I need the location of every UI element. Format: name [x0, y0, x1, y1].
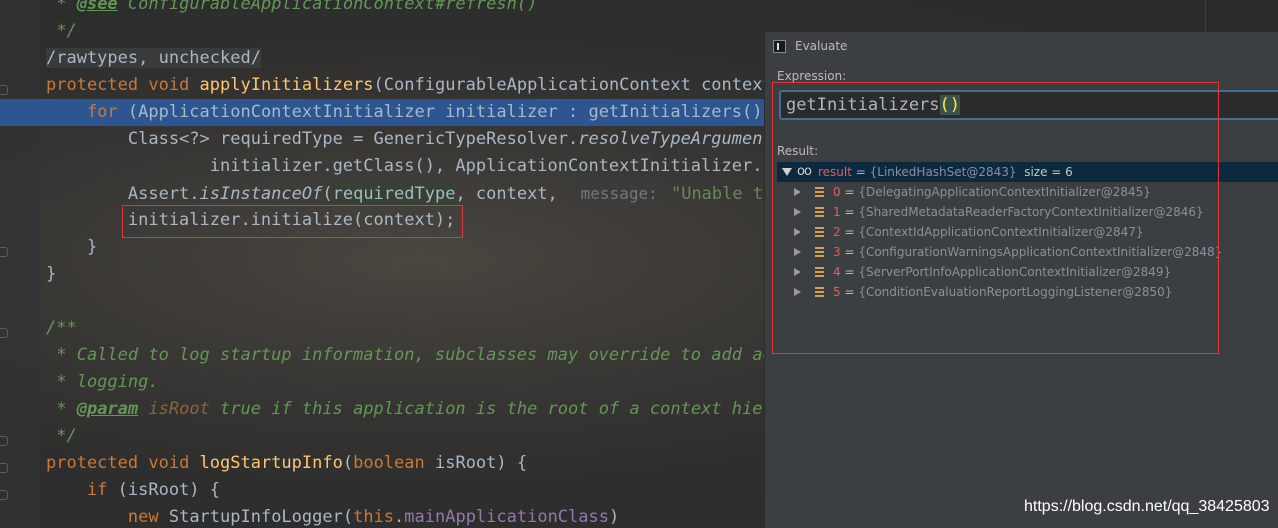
code-token: protected [46, 75, 149, 95]
code-token: for [46, 102, 128, 122]
code-token: ConfigurableApplicationContext#refresh() [117, 0, 538, 14]
code-line[interactable]: protected void logStartupInfo(boolean is… [0, 450, 770, 477]
code-line[interactable]: protected void applyInitializers(Configu… [0, 72, 803, 99]
code-token: /rawtypes, unchecked/ [46, 48, 261, 68]
code-token: initializer.getClass(), ApplicationConte… [46, 156, 763, 176]
code-line[interactable]: } [0, 234, 770, 261]
code-line-current-execution[interactable]: for (ApplicationContextInitializer initi… [0, 99, 793, 126]
code-token: (ApplicationContextInitializer initializ… [127, 102, 794, 122]
evaluate-title-bar[interactable]: Evaluate [765, 32, 1278, 60]
code-token: void [148, 75, 200, 95]
code-token: } [46, 264, 57, 284]
code-line[interactable]: */ [0, 423, 770, 450]
code-line[interactable]: Class<?> requiredType = GenericTypeResol… [0, 126, 783, 153]
code-token: @param [76, 399, 139, 419]
code-token: mainApplicationClass [404, 507, 609, 527]
code-token: applyInitializers [199, 75, 374, 95]
code-token: void [148, 453, 200, 473]
code-token: StartupInfoLogger( [168, 507, 354, 527]
code-line[interactable]: if (isRoot) { [0, 477, 770, 504]
code-token: boolean [353, 453, 435, 473]
code-line[interactable]: Assert.isInstanceOf(requiredType, contex… [0, 180, 804, 207]
code-token: isInstanceOf [199, 184, 323, 204]
code-line[interactable]: * logging. [0, 369, 770, 396]
code-token: (isRoot) { [117, 480, 221, 500]
code-line[interactable]: /rawtypes, unchecked/ [0, 45, 770, 72]
highlight-box-initialize-call [122, 205, 463, 238]
code-token: ( [342, 453, 354, 473]
code-token: Class<?> requiredType = GenericTypeResol… [46, 129, 579, 149]
code-line[interactable]: * @param isRoot true if this application… [0, 396, 783, 423]
code-line[interactable]: * Called to log startup information, sub… [0, 342, 783, 369]
code-token: requiredType [332, 184, 456, 204]
code-token: this [353, 507, 395, 527]
code-token: (ConfigurableApplicationContext context)… [373, 75, 804, 95]
code-token: isRoot) { [434, 453, 528, 473]
code-token: resolveTypeArgument [578, 129, 773, 149]
code-token: * logging. [46, 372, 159, 392]
code-token: logStartupInfo [199, 453, 343, 473]
watermark: https://blog.csdn.net/qq_38425803 [1024, 498, 1270, 515]
code-line[interactable]: initializer.getClass(), ApplicationConte… [0, 153, 783, 180]
code-token: Assert. [46, 184, 200, 204]
code-line[interactable]: } [0, 261, 770, 288]
code-line[interactable]: */ [0, 18, 770, 45]
code-line[interactable] [0, 288, 770, 315]
code-token: /** [46, 318, 77, 338]
expression-label: Expression: [777, 69, 847, 83]
highlight-box-result [772, 82, 1219, 354]
code-token: @see [76, 0, 118, 14]
code-token: */ [46, 426, 77, 446]
code-token: true if this application is the root of … [209, 399, 783, 419]
evaluate-dialog: Evaluate Expression: getInitializers() R… [764, 32, 1278, 528]
code-line[interactable]: * @see ConfigurableApplicationContext#re… [0, 0, 770, 18]
code-token: isRoot [138, 399, 210, 419]
code-token: ( [322, 184, 333, 204]
code-token: } [46, 237, 98, 257]
code-token: , context, [455, 184, 569, 204]
code-token: * [46, 0, 77, 14]
intellij-app-icon [773, 40, 786, 53]
code-token: protected [46, 453, 149, 473]
code-token: * [46, 399, 77, 419]
code-line[interactable]: /** [0, 315, 770, 342]
code-line[interactable]: new StartupInfoLogger(this.mainApplicati… [0, 504, 770, 528]
code-token: new [127, 507, 169, 527]
code-token: */ [46, 21, 77, 41]
code-token: . [394, 507, 405, 527]
code-token: if [46, 480, 118, 500]
code-token: * Called to log startup information, sub… [46, 345, 783, 365]
evaluate-title: Evaluate [795, 39, 848, 53]
code-token: ) [608, 507, 620, 527]
code-token: message: [568, 184, 661, 203]
